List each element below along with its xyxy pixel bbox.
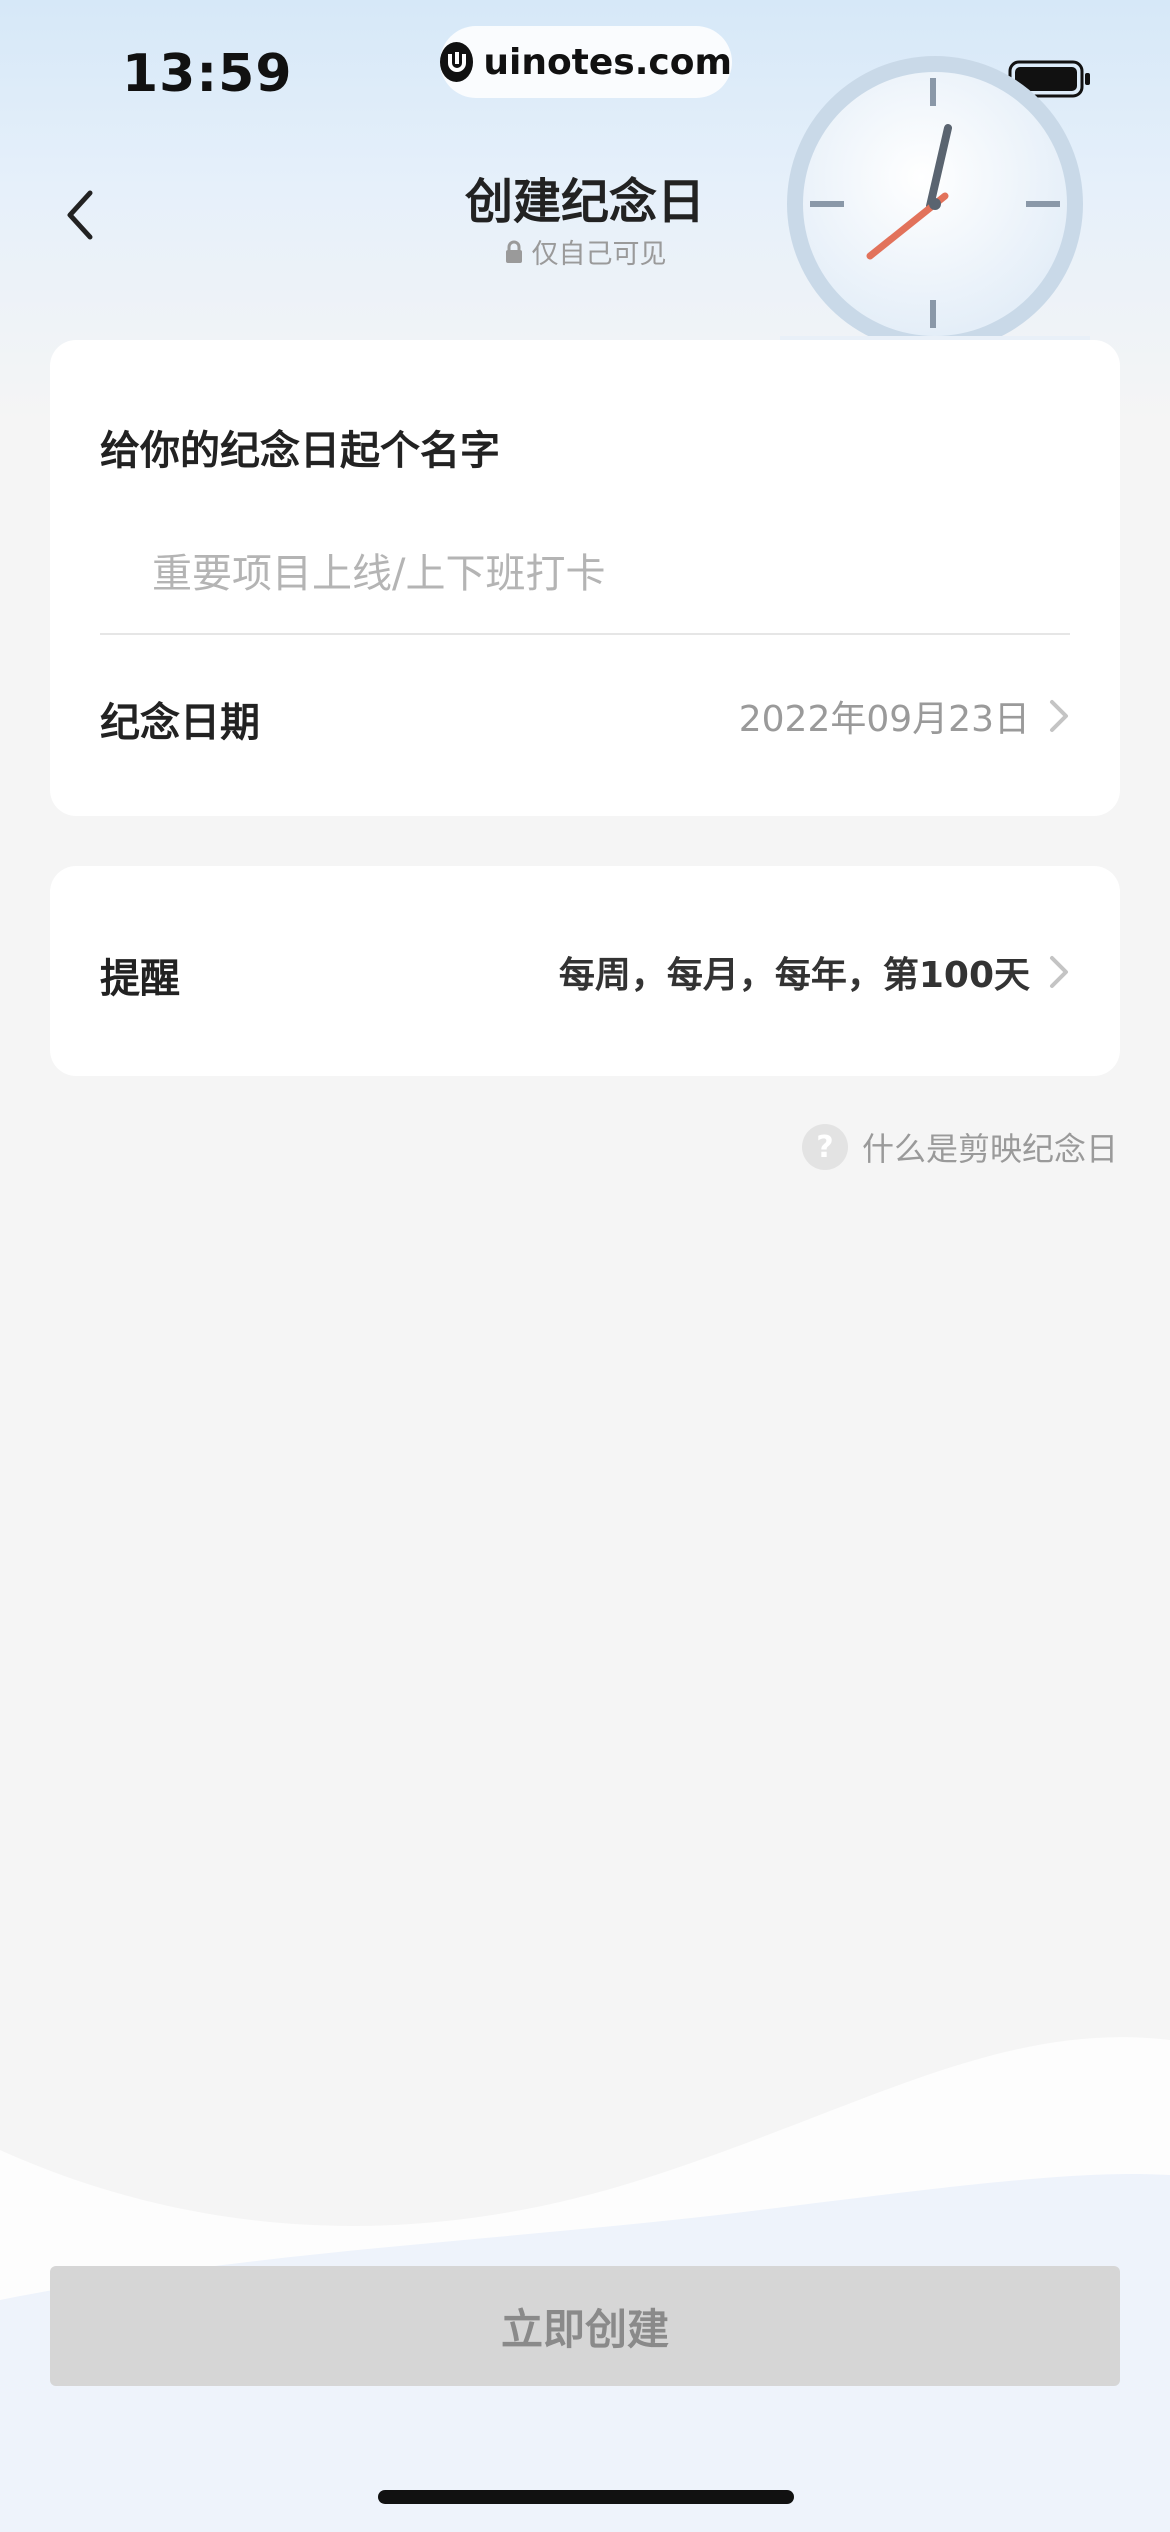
url-text: uinotes.com [483,41,732,83]
date-value: 2022年09月23日 [738,699,1030,740]
create-button[interactable]: 立即创建 [50,2266,1120,2386]
lock-icon [505,240,522,263]
name-input[interactable] [100,515,1070,635]
name-label: 给你的纪念日起个名字 [100,428,500,474]
home-indicator [378,2490,794,2504]
status-time: 13:59 [122,44,293,104]
page-title: 创建纪念日 [464,174,705,230]
visibility-text: 仅自己可见 [531,239,667,270]
chevron-right-icon [1048,954,1070,990]
date-label: 纪念日期 [100,700,260,746]
name-card: 给你的纪念日起个名字 纪念日期 2022年09月23日 [50,340,1120,816]
visibility-note: 仅自己可见 [0,232,1170,271]
help-link[interactable]: ? 什么是剪映纪念日 [801,1124,1118,1170]
question-icon: ? [801,1124,848,1170]
date-picker-row[interactable]: 2022年09月23日 [739,690,1070,742]
reminder-label: 提醒 [100,956,180,1002]
reminder-row[interactable]: 每周，每月，每年，第100天 [559,946,1070,998]
reminder-value: 每周，每月，每年，第100天 [558,955,1030,996]
url-pill[interactable]: uinotes.com [440,26,732,98]
site-logo-icon [440,42,474,82]
help-text: 什么是剪映纪念日 [861,1130,1118,1168]
reminder-card[interactable]: 提醒 每周，每月，每年，第100天 [50,866,1120,1076]
chevron-right-icon [1048,698,1070,734]
